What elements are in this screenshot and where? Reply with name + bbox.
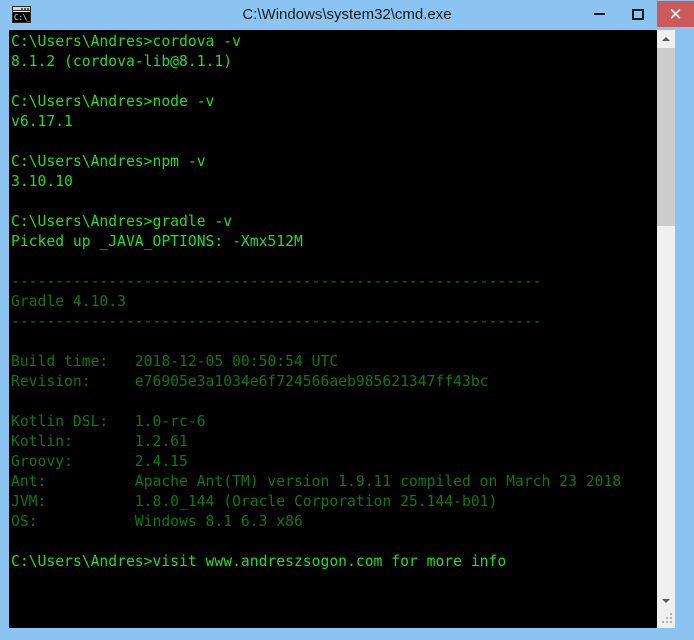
console-line: ----------------------------------------… [11,313,542,330]
scroll-up-arrow-icon [662,37,670,41]
minimize-icon [583,0,615,28]
console-line: Build time: 2018-12-05 00:50:54 UTC [11,353,339,370]
close-button[interactable]: ✕ [657,1,694,27]
console-line: C:\Users\Andres>node -v [11,93,215,110]
maximize-button[interactable] [622,0,654,28]
console-line: OS: Windows 8.1 6.3 x86 [11,513,303,530]
console-line: 8.1.2 (cordova-lib@8.1.1) [11,53,233,70]
console-line: Gradle 4.10.3 [11,293,126,310]
cmd-window: C:\_ C:\Windows\system32\cmd.exe ✕ C:\Us… [0,0,694,640]
console-line: Picked up _JAVA_OPTIONS: -Xmx512M [11,233,303,250]
console-line: Ant: Apache Ant(TM) version 1.9.11 compi… [11,473,622,490]
console-line: v6.17.1 [11,113,73,130]
resize-grip[interactable] [657,610,675,628]
scrollbar-thumb[interactable] [657,48,675,226]
console-line: C:\Users\Andres>npm -v [11,153,206,170]
console-line: ----------------------------------------… [11,273,542,290]
scroll-up-button[interactable] [657,30,675,48]
console-output-area[interactable]: C:\Users\Andres>cordova -v 8.1.2 (cordova… [9,30,675,628]
maximize-icon [622,0,654,28]
scroll-down-arrow-icon [662,599,670,603]
console-line: C:\Users\Andres>gradle -v [11,213,233,230]
minimize-button[interactable] [583,0,615,28]
console-line: Groovy: 2.4.15 [11,453,188,470]
console-line: C:\Users\Andres>visit www.andreszsogon.c… [11,553,507,570]
console-line: Revision: e76905e3a1034e6f724566aeb98562… [11,373,489,390]
console-line: Kotlin: 1.2.61 [11,433,188,450]
console-line: JVM: 1.8.0_144 (Oracle Corporation 25.14… [11,493,498,510]
scroll-down-button[interactable] [657,592,675,610]
console-text: C:\Users\Andres>cordova -v 8.1.2 (cordova… [11,32,659,572]
console-line: C:\Users\Andres>cordova -v [11,33,241,50]
console-scrollbar[interactable] [657,30,675,628]
close-icon: ✕ [668,4,683,24]
title-bar[interactable]: C:\_ C:\Windows\system32\cmd.exe ✕ [0,0,694,30]
console-line: 3.10.10 [11,173,73,190]
console-line: Kotlin DSL: 1.0-rc-6 [11,413,206,430]
